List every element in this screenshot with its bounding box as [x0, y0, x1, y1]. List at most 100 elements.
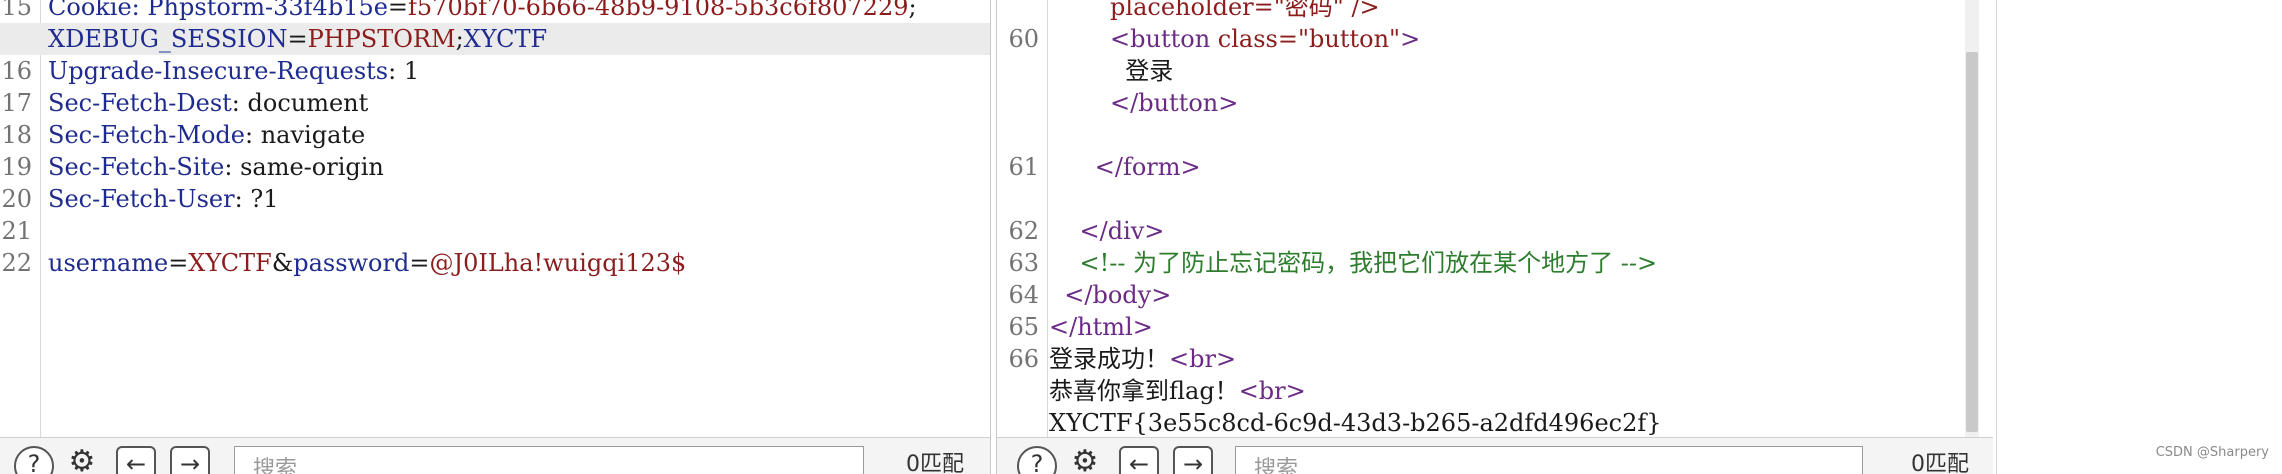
code-line[interactable]: 65 </html>	[997, 311, 1993, 343]
help-button[interactable]: ?	[14, 446, 54, 474]
line-text: 登录成功！<br>	[1049, 343, 1236, 375]
line-text: Sec-Fetch-Site: same-origin	[48, 151, 384, 183]
arrow-left-icon: ←	[1128, 450, 1150, 474]
code-line[interactable]	[997, 119, 1993, 151]
code-token: XYCTF{3e55c8cd-6c9d-43d3-b265-a2dfd496ec…	[1049, 409, 1662, 437]
forward-button[interactable]: →	[1173, 446, 1213, 474]
code-line[interactable]: 60 <button class="button">	[997, 23, 1993, 55]
code-line[interactable]: 63 <!-- 为了防止忘记密码，我把它们放在某个地方了 -->	[997, 247, 1993, 279]
code-line[interactable]: 16 Upgrade-Insecure-Requests: 1	[0, 55, 990, 87]
line-text: </html>	[1049, 311, 1153, 343]
line-text: </form>	[1049, 151, 1201, 183]
line-number: 18	[1, 121, 32, 149]
code-token: 登录	[1049, 57, 1174, 85]
line-text: </button>	[1049, 87, 1238, 119]
code-line[interactable]: 登录	[997, 55, 1993, 87]
line-text: XDEBUG_SESSION=PHPSTORM;XYCTF	[48, 23, 547, 55]
code-line[interactable]: 21	[0, 215, 990, 247]
line-text: username=XYCTF&password=@J0ILha!wuigqi12…	[48, 247, 686, 279]
code-token: password	[293, 249, 410, 277]
line-number: 15	[1, 0, 32, 21]
code-line[interactable]: 22 username=XYCTF&password=@J0ILha!wuigqi…	[0, 247, 990, 279]
response-toolbar: ? ⚙ ← → 搜索 0匹配	[997, 437, 1993, 474]
scrollbar-thumb[interactable]	[1966, 52, 1978, 432]
line-number: 60	[1008, 25, 1039, 53]
code-line[interactable]: </button>	[997, 87, 1993, 119]
line-number: 16	[1, 57, 32, 85]
code-token: XDEBUG_SESSION	[48, 25, 288, 53]
help-button[interactable]: ?	[1017, 446, 1057, 474]
code-token: f570bf70-6b66-48b9-9108-5b3c6f807229	[408, 0, 909, 21]
line-text: placeholder="密码" />	[1049, 0, 1380, 23]
code-line[interactable]: 15 Cookie: Phpstorm-33f4b15e=f570bf70-6b6…	[0, 0, 990, 23]
line-text: Sec-Fetch-Mode: navigate	[48, 119, 365, 151]
line-number: 20	[1, 185, 32, 213]
response-viewer-pane[interactable]: placeholder="密码" /> 60 <button class="but…	[996, 0, 1993, 474]
code-line[interactable]: 20 Sec-Fetch-User: ?1	[0, 183, 990, 215]
line-text: Sec-Fetch-Dest: document	[48, 87, 368, 119]
request-code[interactable]: 15 Cookie: Phpstorm-33f4b15e=f570bf70-6b6…	[0, 0, 990, 279]
line-text: </body>	[1049, 279, 1171, 311]
arrow-left-icon: ←	[125, 450, 147, 474]
code-line[interactable]: 66 登录成功！<br>	[997, 343, 1993, 375]
code-line[interactable]	[997, 183, 1993, 215]
back-button[interactable]: ←	[116, 446, 156, 474]
line-text: XYCTF{3e55c8cd-6c9d-43d3-b265-a2dfd496ec…	[1049, 407, 1662, 439]
code-token: @J0ILha!wuigqi123$	[429, 249, 687, 277]
code-line[interactable]: 62 </div>	[997, 215, 1993, 247]
response-match-count: 0匹配	[1911, 452, 1969, 474]
code-token: Cookie:	[48, 0, 148, 21]
line-number: 65	[1008, 313, 1039, 341]
code-token: =	[287, 25, 308, 53]
line-text: <!-- 为了防止忘记密码，我把它们放在某个地方了 -->	[1049, 247, 1658, 279]
settings-button[interactable]: ⚙	[62, 444, 102, 474]
code-line[interactable]: XYCTF{3e55c8cd-6c9d-43d3-b265-a2dfd496ec…	[997, 407, 1993, 439]
response-search-input[interactable]: 搜索	[1235, 446, 1863, 474]
code-token: </html>	[1049, 313, 1153, 341]
gear-icon: ⚙	[1071, 444, 1099, 474]
code-token: >	[1400, 25, 1421, 53]
code-token: =	[387, 0, 409, 21]
back-button[interactable]: ←	[1119, 446, 1159, 474]
request-toolbar: ? ⚙ ← → 搜索 0匹配	[0, 437, 990, 474]
settings-button[interactable]: ⚙	[1065, 444, 1105, 474]
code-line[interactable]: 64 </body>	[997, 279, 1993, 311]
response-code[interactable]: placeholder="密码" /> 60 <button class="but…	[997, 0, 1993, 439]
line-number: 61	[1008, 153, 1039, 181]
response-scrollbar[interactable]	[1965, 0, 1979, 438]
code-line[interactable]: 61 </form>	[997, 151, 1993, 183]
code-line[interactable]: 18 Sec-Fetch-Mode: navigate	[0, 119, 990, 151]
code-token: &	[271, 249, 294, 277]
code-token: placeholder="密码" />	[1049, 0, 1380, 21]
code-token: <!-- 为了防止忘记密码，我把它们放在某个地方了 -->	[1049, 249, 1658, 277]
code-token: 登录成功！	[1049, 345, 1169, 373]
line-number: 17	[1, 89, 32, 117]
line-number: 22	[1, 249, 32, 277]
code-token: XYCTF	[463, 25, 548, 53]
code-token: Sec-Fetch-Mode	[48, 121, 245, 149]
code-token: : navigate	[244, 121, 366, 149]
line-number: 63	[1008, 249, 1039, 277]
request-search-input[interactable]: 搜索	[234, 446, 864, 474]
forward-button[interactable]: →	[170, 446, 210, 474]
code-token: <br>	[1169, 345, 1237, 373]
code-token: <button	[1049, 25, 1218, 53]
arrow-right-icon: →	[179, 450, 201, 474]
search-placeholder: 搜索	[253, 457, 298, 474]
code-line[interactable]: 19 Sec-Fetch-Site: same-origin	[0, 151, 990, 183]
code-token: : ?1	[234, 185, 279, 213]
line-text: Cookie: Phpstorm-33f4b15e=f570bf70-6b66-…	[48, 0, 917, 23]
request-editor-pane[interactable]: 15 Cookie: Phpstorm-33f4b15e=f570bf70-6b6…	[0, 0, 991, 474]
code-token: XYCTF	[188, 249, 272, 277]
help-icon: ?	[27, 450, 41, 474]
code-token: PHPSTORM	[307, 25, 456, 53]
code-line[interactable]: 17 Sec-Fetch-Dest: document	[0, 87, 990, 119]
code-token: <br>	[1238, 377, 1306, 405]
code-line[interactable]: placeholder="密码" />	[997, 0, 1993, 23]
code-line[interactable]: XDEBUG_SESSION=PHPSTORM;XYCTF	[0, 23, 990, 55]
code-line[interactable]: 恭喜你拿到flag！<br>	[997, 375, 1993, 407]
code-token: class="button"	[1217, 25, 1401, 53]
line-text: 恭喜你拿到flag！<br>	[1049, 375, 1306, 407]
code-token: Sec-Fetch-Site	[48, 153, 225, 181]
request-match-count: 0匹配	[906, 452, 964, 474]
